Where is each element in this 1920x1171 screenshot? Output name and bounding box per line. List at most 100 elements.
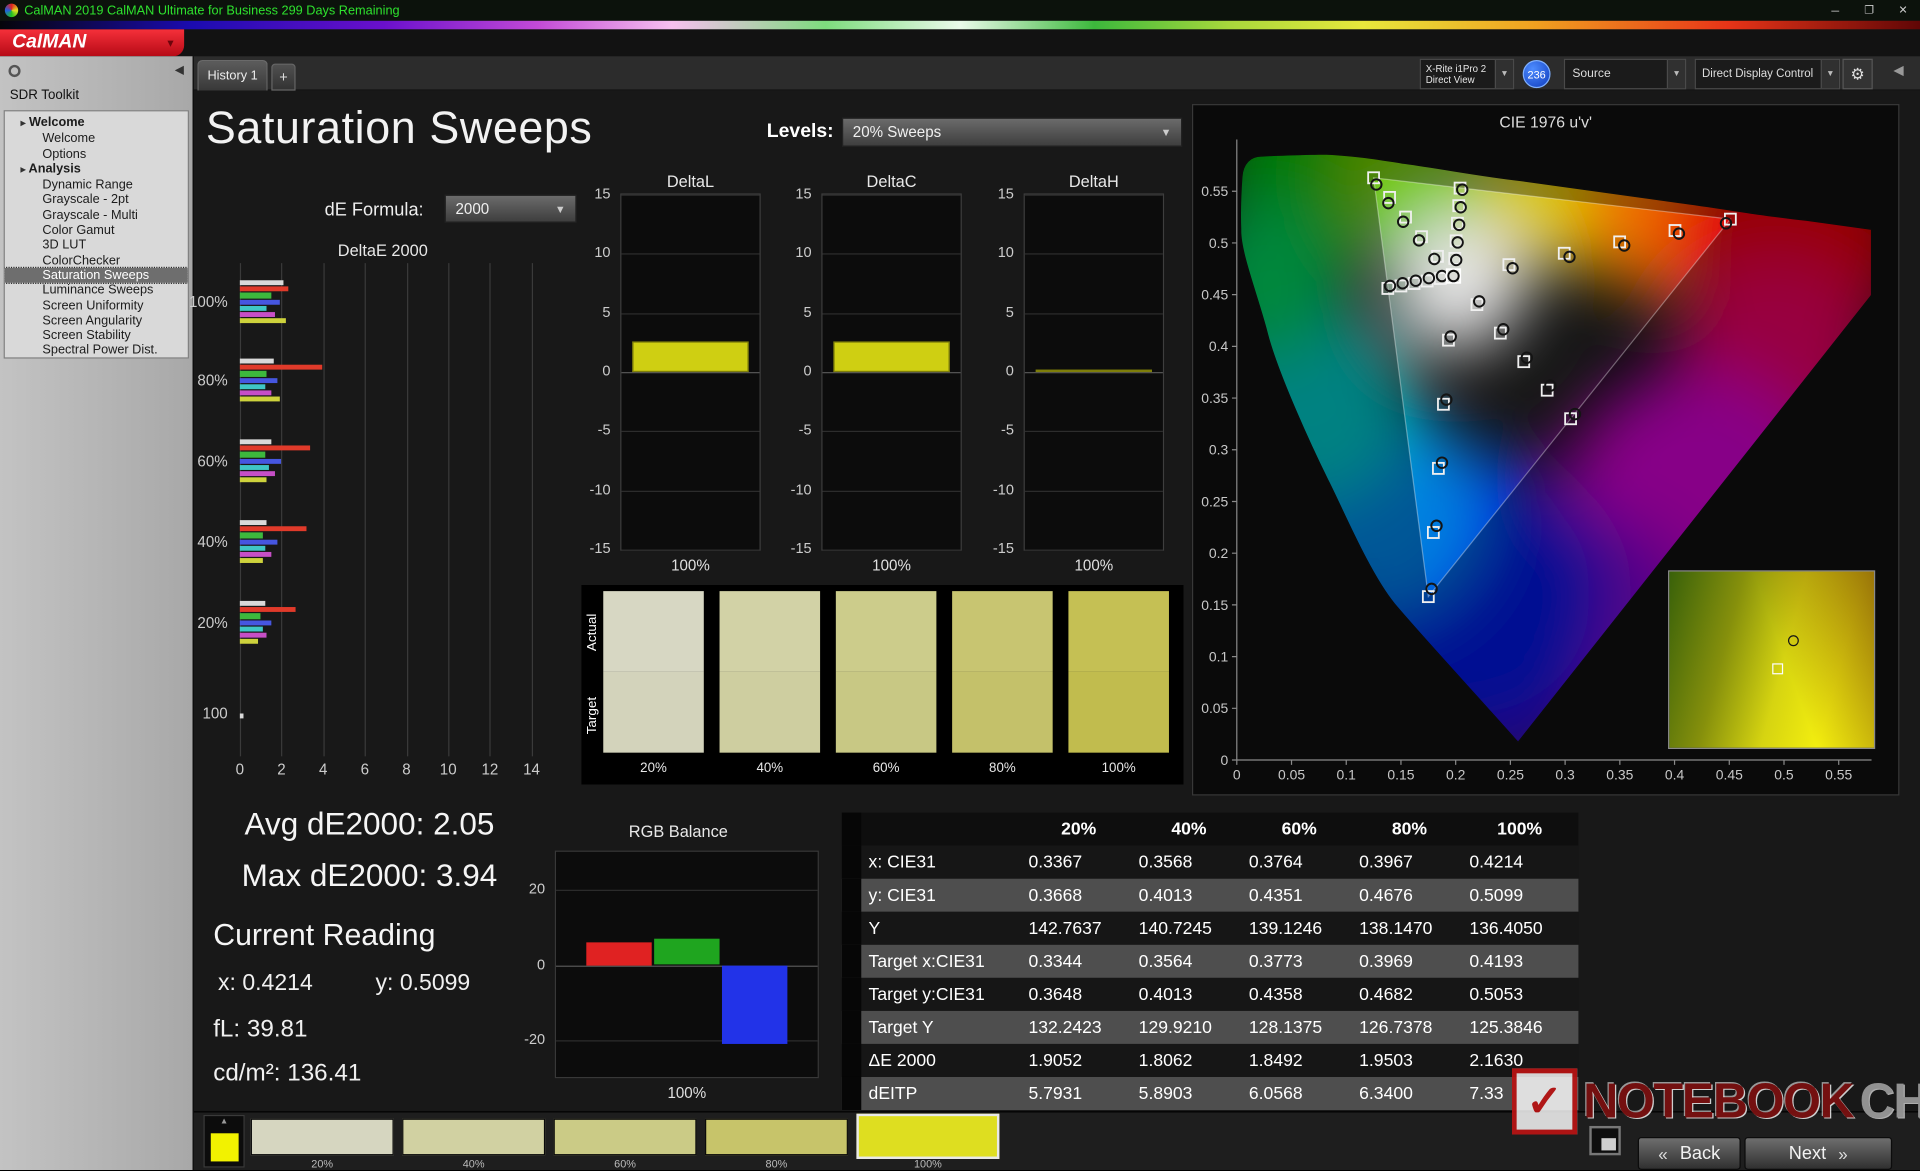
window-title: CalMAN 2019 CalMAN Ultimate for Business… (24, 3, 399, 18)
gridline (1025, 431, 1163, 432)
x-tick-label: 0.55 (1825, 767, 1852, 783)
strip-swatch-60pct[interactable]: 60% (554, 1112, 697, 1171)
strip-swatch-40pct[interactable]: 40% (402, 1112, 545, 1171)
row-gutter (842, 945, 861, 978)
minimize-button[interactable]: ─ (1818, 0, 1852, 21)
patch-label: 40% (720, 761, 821, 776)
add-tab-button[interactable]: + (271, 64, 295, 91)
table-cell: 129.9210 (1134, 1011, 1244, 1044)
levels-dropdown[interactable]: 20% Sweeps ▼ (842, 117, 1182, 146)
row-label: Target Y (861, 1011, 1023, 1044)
rgb-balance-x-label: 100% (555, 1084, 819, 1101)
meter-dropdown[interactable]: X-Rite i1Pro 2 Direct View ▼ (1420, 59, 1514, 90)
table-cell: 0.3764 (1244, 846, 1354, 879)
axis-tick-label: 14 (521, 761, 543, 778)
table-cell: 6.0568 (1244, 1077, 1354, 1110)
sidebar-item-saturation-sweeps[interactable]: Saturation Sweeps (5, 268, 188, 283)
table-cell: 5.7931 (1024, 1077, 1134, 1110)
column-header: 100% (1465, 813, 1575, 846)
gridline (1025, 195, 1163, 196)
sidebar-item-grayscale-multi[interactable]: Grayscale - Multi (5, 208, 188, 223)
source-label: Source (1572, 67, 1610, 80)
table-cell: 5.8903 (1134, 1077, 1244, 1110)
collapse-sidebar-icon[interactable]: ◀ (175, 64, 184, 77)
gridline (621, 550, 759, 551)
sidebar-item-screen-uniformity[interactable]: Screen Uniformity (5, 298, 188, 313)
display-control-dropdown[interactable]: Direct Display Control ▼ (1695, 59, 1840, 90)
table-cell: 1.8062 (1134, 1044, 1244, 1077)
target-swatch (720, 672, 821, 753)
target-swatch (603, 672, 704, 753)
swatch-color (402, 1119, 545, 1156)
collapse-right-panel-icon[interactable]: ◀ (1893, 62, 1903, 78)
bar-blue (240, 458, 282, 463)
axis-tick-label: -10 (993, 481, 1014, 498)
strip-swatch-80pct[interactable]: 80% (705, 1112, 848, 1171)
maximize-button[interactable]: ❐ (1852, 0, 1886, 21)
gridline (1025, 372, 1163, 373)
strip-swatch-20pct[interactable]: 20% (251, 1112, 394, 1171)
patch-count-badge[interactable]: 236 (1523, 60, 1551, 88)
axis-tick-label: 5 (804, 303, 812, 320)
axis-tick-label: 2 (271, 761, 293, 778)
sidebar-item-colorchecker[interactable]: ColorChecker (5, 253, 188, 268)
bar-green (240, 533, 263, 538)
tab-history-1[interactable]: History 1 (197, 60, 267, 91)
deltae-chart (240, 263, 553, 756)
axis-tick-label: 100% (189, 294, 228, 311)
axis-tick-label: 10 (594, 244, 610, 261)
next-button[interactable]: Next » (1744, 1137, 1892, 1170)
table-row: dEITP5.79315.89036.05686.34007.33 (842, 1077, 1579, 1110)
sidebar-item-color-gamut[interactable]: Color Gamut (5, 223, 188, 238)
sidebar-item-welcome[interactable]: Welcome (5, 131, 188, 146)
sidebar-item-dynamic-range[interactable]: Dynamic Range (5, 178, 188, 193)
de-formula-dropdown[interactable]: 2000 ▼ (445, 195, 577, 223)
bar-blue (240, 378, 277, 383)
current-patch-preview[interactable]: ▲ (204, 1115, 245, 1168)
strip-swatch-100pct[interactable]: 100% (856, 1112, 999, 1171)
settings-button[interactable]: ⚙ (1842, 59, 1872, 90)
source-dropdown[interactable]: Source ▼ (1564, 59, 1686, 90)
close-button[interactable]: ✕ (1886, 0, 1920, 21)
axis-tick-label: -15 (791, 540, 812, 557)
gridline (621, 254, 759, 255)
record-icon[interactable] (8, 65, 20, 77)
chevron-left-icon: « (1658, 1144, 1667, 1164)
expand-up-icon[interactable]: ▲ (205, 1117, 244, 1126)
current-y-value: y: 0.5099 (376, 971, 471, 998)
back-button[interactable]: « Back (1638, 1137, 1741, 1170)
bar-green (240, 371, 267, 376)
sidebar-item-screen-stability[interactable]: Screen Stability (5, 328, 188, 343)
column-header: 20% (1024, 813, 1134, 846)
bar-yellow (240, 639, 259, 644)
meter-line1: X-Rite i1Pro 2 (1426, 63, 1486, 74)
axis-tick-label: 60% (197, 453, 227, 470)
sidebar-item-options[interactable]: Options (5, 146, 188, 161)
expand-icon[interactable]: ▸ (21, 164, 26, 175)
target-swatch (1068, 672, 1169, 753)
deltae-x-axis: 02468101214 (240, 761, 553, 778)
application-window: CalMAN 2019 CalMAN Ultimate for Business… (0, 0, 1920, 1170)
bar-red (240, 526, 307, 531)
table-cell: 6.3400 (1354, 1077, 1464, 1110)
actual-swatch (720, 591, 821, 672)
sidebar-item-grayscale-2pt[interactable]: Grayscale - 2pt (5, 193, 188, 208)
sidebar-item-luminance-sweeps[interactable]: Luminance Sweeps (5, 283, 188, 298)
bar-cyan (240, 626, 263, 631)
sidebar-section: ▸ Analysis (5, 161, 188, 177)
calman-logo-menu[interactable]: CalMAN ▾ (0, 29, 184, 56)
x-tick-label: 0.35 (1606, 767, 1633, 783)
sidebar-item-screen-angularity[interactable]: Screen Angularity (5, 313, 188, 328)
deltae-chart-title: DeltaE 2000 (201, 241, 564, 259)
workflow-tree: ▸ WelcomeWelcomeOptions▸ AnalysisDynamic… (4, 110, 189, 358)
sidebar-item-3d-lut[interactable]: 3D LUT (5, 238, 188, 253)
meter-line2: Direct View (1426, 74, 1475, 85)
expand-icon[interactable]: ▸ (21, 117, 26, 128)
x-tick-label: 0.4 (1665, 767, 1685, 783)
levels-value: 20% Sweeps (853, 124, 941, 141)
x-tick-label: 0.05 (1278, 767, 1305, 783)
y-tick-label: 0 (1221, 752, 1229, 768)
sidebar-item-spectral-power-dist[interactable]: Spectral Power Dist. (5, 343, 188, 358)
deltac-x-label: 100% (783, 557, 1001, 574)
inset-target-marker (1772, 663, 1783, 674)
